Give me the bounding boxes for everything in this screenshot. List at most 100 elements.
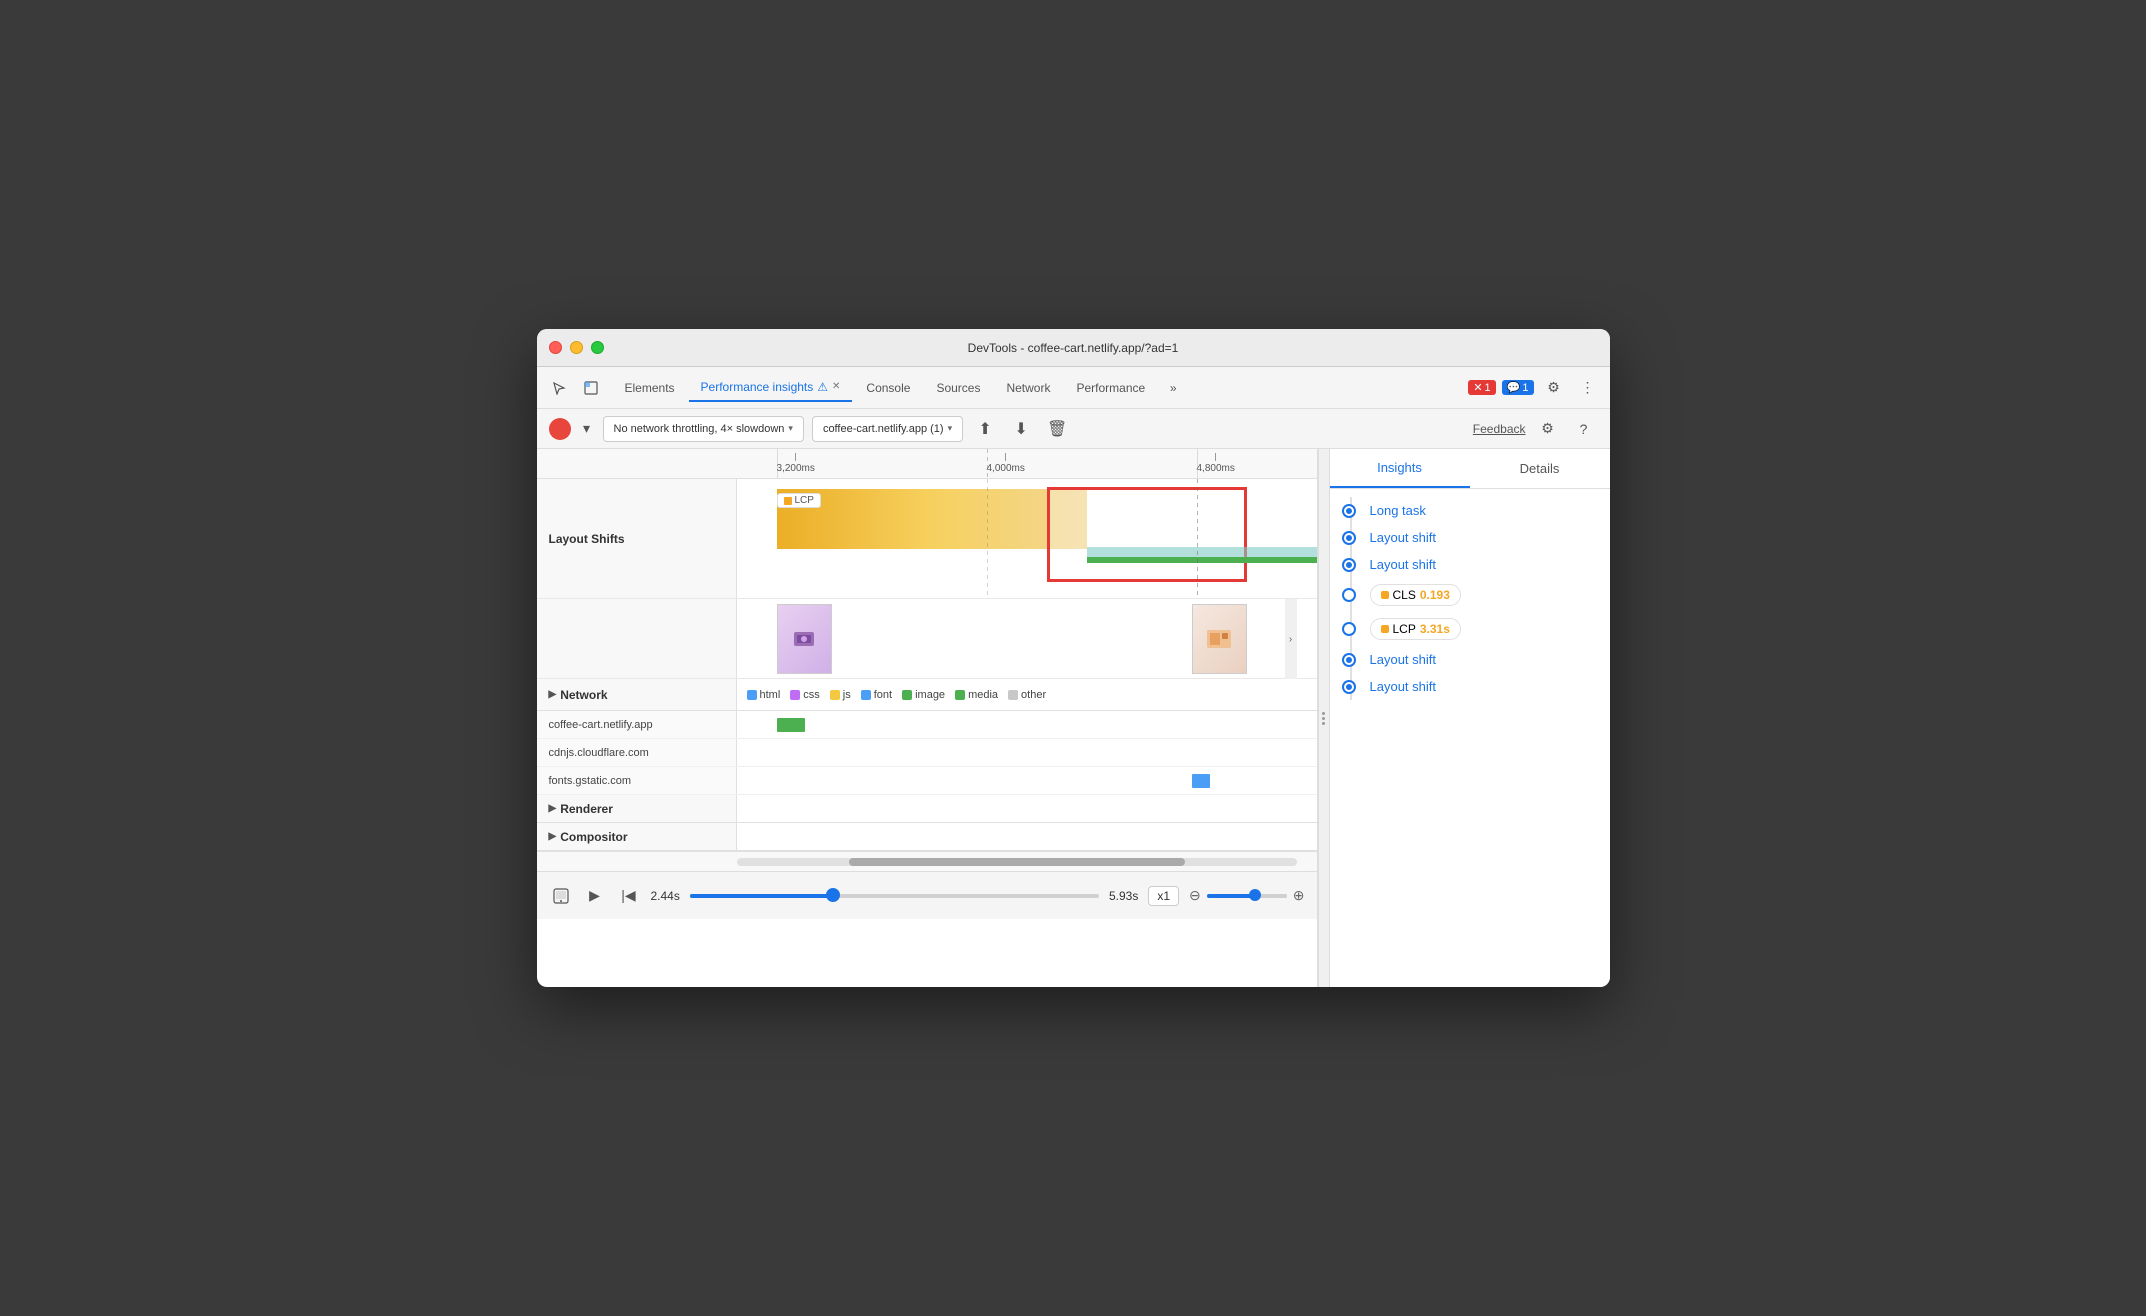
tab-elements[interactable]: Elements bbox=[613, 374, 687, 402]
timeline-gridline bbox=[987, 449, 988, 478]
zoom-in-icon[interactable]: ⊕ bbox=[1293, 887, 1305, 904]
zoom-thumb[interactable] bbox=[1249, 889, 1261, 901]
download-icon[interactable]: ⬇ bbox=[1007, 415, 1035, 443]
right-panel: Insights Details Long task bbox=[1330, 449, 1610, 987]
network-row-content-2 bbox=[737, 739, 1317, 766]
scroll-thumb[interactable] bbox=[849, 858, 1185, 866]
settings2-icon[interactable]: ⚙ bbox=[1534, 415, 1562, 443]
lcp-dot bbox=[1344, 624, 1354, 634]
network-row-label-2: cdnjs.cloudflare.com bbox=[537, 739, 737, 766]
upload-icon[interactable]: ⬆ bbox=[971, 415, 999, 443]
tab-close-icon[interactable]: ✕ bbox=[832, 381, 840, 392]
start-time: 2.44s bbox=[651, 889, 680, 903]
green-line bbox=[1087, 557, 1317, 563]
playback-thumb[interactable] bbox=[826, 888, 840, 902]
skip-to-start-button[interactable]: |◀ bbox=[617, 884, 641, 908]
cls-badge[interactable]: CLS 0.193 bbox=[1370, 584, 1461, 606]
image-color-dot bbox=[902, 690, 912, 700]
zoom-out-icon[interactable]: ⊖ bbox=[1189, 887, 1201, 904]
legend-html: html bbox=[747, 689, 781, 701]
insight-dot bbox=[1344, 560, 1354, 570]
toolbar2-right: Feedback ⚙ ? bbox=[1473, 415, 1598, 443]
thumbnail-2 bbox=[1192, 604, 1247, 674]
insights-list: Long task Layout shift Layout shift bbox=[1330, 497, 1610, 700]
lcp-badge: LCP bbox=[777, 493, 821, 508]
tab-performance-insights[interactable]: Performance insights ⚠ ✕ bbox=[689, 374, 853, 402]
insight-long-task: Long task bbox=[1370, 497, 1610, 524]
network-row-content-1 bbox=[737, 711, 1317, 738]
zoom-fill bbox=[1207, 894, 1255, 898]
playback-slider[interactable] bbox=[690, 894, 1099, 898]
font-color-dot bbox=[861, 690, 871, 700]
tab-performance[interactable]: Performance bbox=[1064, 374, 1157, 402]
compositor-content bbox=[737, 823, 1317, 850]
record-button[interactable] bbox=[549, 418, 571, 440]
dropdown-arrow-icon[interactable]: ▾ bbox=[579, 415, 595, 443]
insight-dot bbox=[1344, 533, 1354, 543]
tab-insights[interactable]: Insights bbox=[1330, 449, 1470, 488]
network-row-1: coffee-cart.netlify.app bbox=[537, 711, 1317, 739]
network-section-label[interactable]: ▶ Network bbox=[537, 679, 737, 710]
chevron-right-icon: ▶ bbox=[549, 689, 557, 700]
renderer-label[interactable]: ▶ Renderer bbox=[537, 795, 737, 822]
more-options-icon[interactable]: ⋮ bbox=[1574, 374, 1602, 402]
tab-console[interactable]: Console bbox=[854, 374, 922, 402]
delete-icon[interactable]: 🗑 bbox=[1043, 415, 1071, 443]
inspect-icon[interactable] bbox=[577, 374, 605, 402]
resize-handle[interactable] bbox=[1318, 449, 1330, 987]
lcp-value: 3.31s bbox=[1420, 622, 1450, 636]
cls-color-dot bbox=[1381, 591, 1389, 599]
css-color-dot bbox=[790, 690, 800, 700]
renderer-row: ▶ Renderer bbox=[537, 795, 1317, 823]
layout-shifts-content[interactable]: LCP bbox=[737, 479, 1317, 599]
end-time: 5.93s bbox=[1109, 889, 1138, 903]
compositor-label[interactable]: ▶ Compositor bbox=[537, 823, 737, 850]
tab-list: Elements Performance insights ⚠ ✕ Consol… bbox=[613, 374, 1188, 402]
tab-details[interactable]: Details bbox=[1470, 449, 1610, 488]
title-bar: DevTools - coffee-cart.netlify.app/?ad=1 bbox=[537, 329, 1610, 367]
media-color-dot bbox=[955, 690, 965, 700]
cursor-icon[interactable] bbox=[545, 374, 573, 402]
zoom-slider[interactable] bbox=[1207, 894, 1287, 898]
help-icon[interactable]: ? bbox=[1570, 415, 1598, 443]
scroll-track[interactable] bbox=[737, 858, 1297, 866]
play-button[interactable]: ▶ bbox=[583, 884, 607, 908]
horizontal-scrollbar bbox=[537, 851, 1317, 871]
layout-shifts-label: Layout Shifts bbox=[537, 479, 737, 598]
legend-other: other bbox=[1008, 689, 1046, 701]
message-count-badge: 💬 1 bbox=[1502, 380, 1534, 395]
timeline-gridline bbox=[777, 449, 778, 478]
tab-sources[interactable]: Sources bbox=[924, 374, 992, 402]
screenshot-view-button[interactable] bbox=[549, 884, 573, 908]
target-dropdown[interactable]: coffee-cart.netlify.app (1) ▾ bbox=[812, 416, 963, 442]
settings-icon[interactable]: ⚙ bbox=[1540, 374, 1568, 402]
layout-shift-link-4[interactable]: Layout shift bbox=[1370, 679, 1437, 694]
insight-lcp: LCP 3.31s bbox=[1370, 612, 1610, 646]
network-bar-html bbox=[777, 718, 805, 732]
tab-toolbar: Elements Performance insights ⚠ ✕ Consol… bbox=[537, 367, 1610, 409]
minimize-button[interactable] bbox=[570, 341, 583, 354]
layout-shift-link-3[interactable]: Layout shift bbox=[1370, 652, 1437, 667]
feedback-link[interactable]: Feedback bbox=[1473, 422, 1526, 436]
panel-tabs: Insights Details bbox=[1330, 449, 1610, 489]
traffic-lights bbox=[549, 341, 604, 354]
long-task-link[interactable]: Long task bbox=[1370, 503, 1426, 518]
lcp-dot bbox=[784, 497, 792, 505]
selection-box[interactable] bbox=[1047, 487, 1247, 582]
throttle-dropdown[interactable]: No network throttling, 4× slowdown ▾ bbox=[603, 416, 804, 442]
more-tabs-icon[interactable]: » bbox=[1159, 374, 1187, 402]
maximize-button[interactable] bbox=[591, 341, 604, 354]
insight-layout-shift-4: Layout shift bbox=[1370, 673, 1610, 700]
close-button[interactable] bbox=[549, 341, 562, 354]
panel-content: Long task Layout shift Layout shift bbox=[1330, 489, 1610, 987]
network-row-content-3 bbox=[737, 767, 1317, 794]
layout-shift-link-2[interactable]: Layout shift bbox=[1370, 557, 1437, 572]
lcp-badge[interactable]: LCP 3.31s bbox=[1370, 618, 1461, 640]
error-icon: ✕ bbox=[1473, 381, 1482, 394]
speed-selector[interactable]: x1 bbox=[1148, 886, 1179, 906]
expand-handle[interactable]: › bbox=[1285, 599, 1297, 679]
time-marker-3200: 3,200ms bbox=[777, 453, 815, 474]
layout-shift-link-1[interactable]: Layout shift bbox=[1370, 530, 1437, 545]
insight-dot bbox=[1344, 655, 1354, 665]
tab-network[interactable]: Network bbox=[994, 374, 1062, 402]
